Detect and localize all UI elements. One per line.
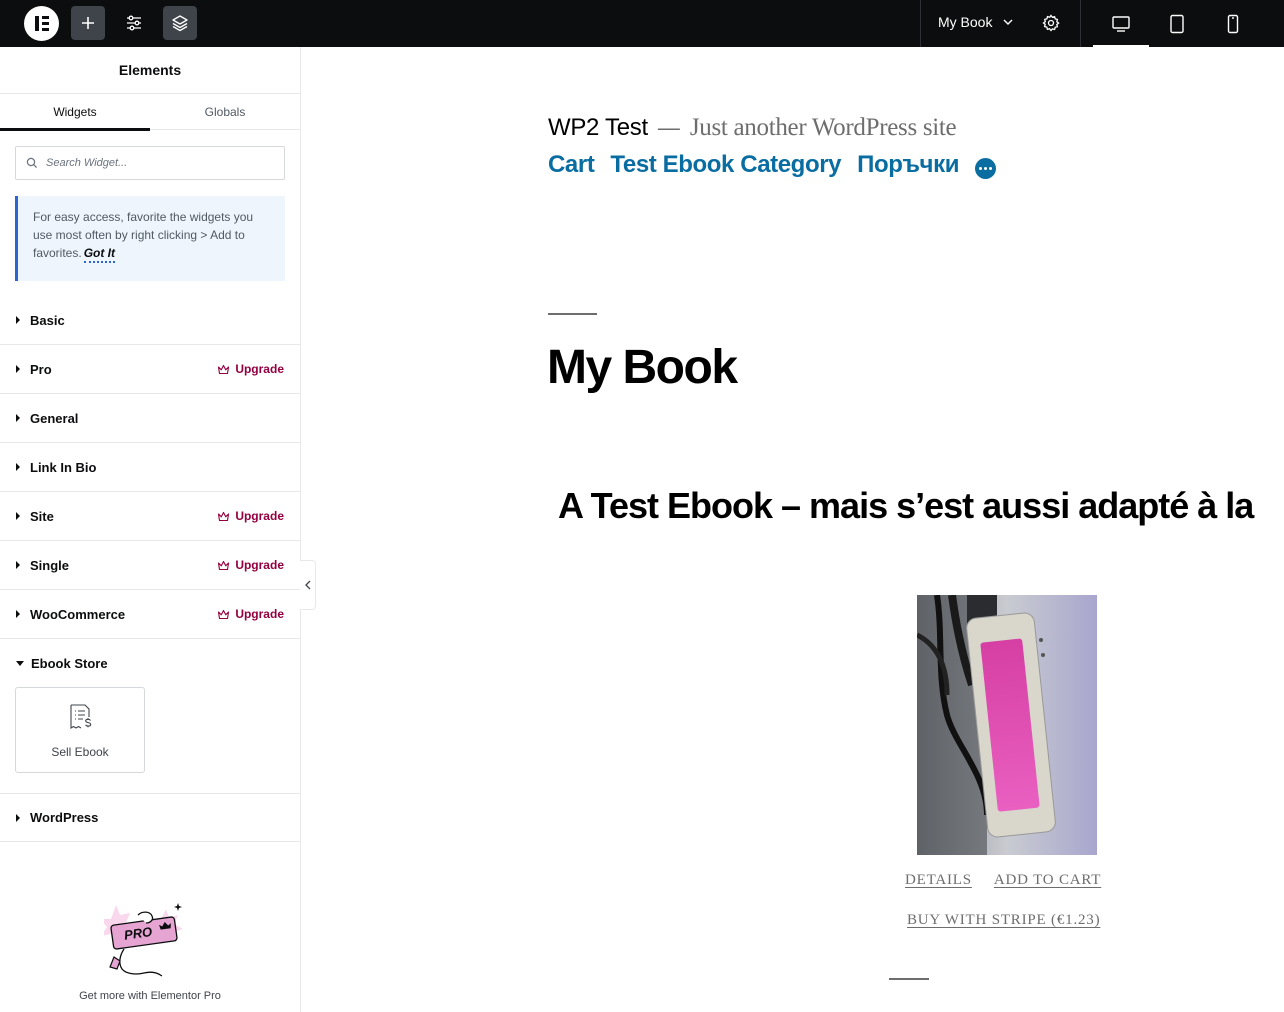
- page-title: My Book: [547, 341, 738, 394]
- caret-right-icon: [16, 365, 20, 373]
- chevron-down-icon: [1003, 19, 1013, 25]
- structure-button[interactable]: [163, 6, 197, 40]
- gear-icon: [1042, 14, 1060, 32]
- search-icon: [26, 157, 38, 169]
- caret-right-icon: [16, 813, 20, 822]
- elements-panel: Elements Widgets Globals For easy access…: [0, 47, 301, 1012]
- page-selector[interactable]: My Book: [938, 14, 1014, 30]
- category-label: Ebook Store: [31, 656, 108, 671]
- crown-icon: [218, 560, 230, 570]
- category-label: Link In Bio: [30, 459, 97, 475]
- upgrade-label: Upgrade: [235, 509, 284, 523]
- site-separator: —: [657, 115, 680, 140]
- primary-menu: Cart Test Ebook Category Поръчки: [548, 151, 997, 179]
- page-settings-button[interactable]: [1034, 6, 1068, 40]
- upgrade-label: Upgrade: [235, 362, 284, 376]
- got-it-link[interactable]: Got It: [83, 246, 116, 263]
- category-single[interactable]: Single Upgrade: [0, 541, 300, 590]
- layers-icon: [172, 15, 188, 32]
- category-label: Basic: [30, 312, 65, 328]
- site-settings-button[interactable]: [117, 6, 151, 40]
- crown-icon: [218, 364, 230, 374]
- category-woocommerce[interactable]: WooCommerce Upgrade: [0, 590, 300, 639]
- upgrade-link[interactable]: Upgrade: [217, 509, 284, 523]
- upgrade-link[interactable]: Upgrade: [217, 362, 284, 376]
- category-label: Site: [30, 508, 54, 524]
- page-name: My Book: [938, 14, 993, 30]
- invoice-dollar-icon: [70, 704, 92, 729]
- sell-ebook-widget[interactable]: Sell Ebook: [15, 687, 145, 773]
- divider: [920, 0, 921, 47]
- upgrade-link[interactable]: Upgrade: [217, 607, 284, 621]
- panel-title: Elements: [0, 47, 300, 94]
- category-site[interactable]: Site Upgrade: [0, 492, 300, 541]
- caret-down-icon: [16, 661, 24, 666]
- category-wordpress[interactable]: WordPress: [0, 793, 300, 842]
- menu-item-cart[interactable]: Cart: [548, 151, 595, 179]
- add-element-button[interactable]: [71, 6, 105, 40]
- chevron-left-icon: [304, 580, 310, 590]
- site-header: WP2 Test — Just another WordPress site: [548, 114, 957, 142]
- ebook-title: A Test Ebook – mais s’est aussi adapté à…: [558, 485, 1254, 526]
- more-menu-icon[interactable]: [975, 157, 997, 179]
- notice-text: For easy access, favorite the widgets yo…: [33, 210, 254, 260]
- tab-widgets[interactable]: Widgets: [0, 94, 150, 131]
- desktop-view-button[interactable]: [1093, 0, 1149, 47]
- search-widget-input[interactable]: [46, 157, 266, 169]
- widget-label: Sell Ebook: [51, 745, 109, 759]
- search-box: [15, 146, 285, 180]
- separator-line: [889, 978, 929, 980]
- site-name[interactable]: WP2 Test: [548, 114, 648, 142]
- upgrade-label: Upgrade: [235, 558, 284, 572]
- crown-icon: [218, 609, 230, 619]
- add-to-cart-link[interactable]: ADD TO CART: [994, 872, 1101, 888]
- ebook-actions: DETAILS ADD TO CART: [905, 872, 1101, 889]
- collapse-panel-button[interactable]: [300, 560, 316, 610]
- buy-with-stripe-link[interactable]: BUY WITH STRIPE (€1.23): [907, 912, 1100, 929]
- tablet-view-button[interactable]: [1149, 0, 1205, 47]
- sliders-icon: [127, 15, 141, 31]
- category-ebook-store[interactable]: Ebook Store: [0, 639, 300, 688]
- desktop-icon: [1112, 15, 1130, 32]
- upgrade-link[interactable]: Upgrade: [217, 558, 284, 572]
- caret-right-icon: [16, 463, 20, 471]
- separator-line: [548, 313, 597, 315]
- details-link[interactable]: DETAILS: [905, 872, 972, 888]
- mobile-icon: [1227, 14, 1239, 33]
- category-basic[interactable]: Basic: [0, 296, 300, 345]
- caret-right-icon: [16, 316, 20, 324]
- category-label: WordPress: [30, 810, 99, 825]
- plus-icon: [82, 17, 94, 29]
- ebook-cover-image[interactable]: [917, 595, 1097, 855]
- caret-right-icon: [16, 561, 20, 569]
- panel-tabs: Widgets Globals: [0, 94, 300, 131]
- category-label: Pro: [30, 361, 52, 377]
- caret-right-icon: [16, 610, 20, 618]
- category-link-in-bio[interactable]: Link In Bio: [0, 443, 300, 492]
- promo-text: Get more with Elementor Pro: [79, 990, 221, 1002]
- menu-item-orders[interactable]: Поръчки: [857, 151, 959, 179]
- category-label: WooCommerce: [30, 606, 126, 622]
- category-general[interactable]: General: [0, 394, 300, 443]
- mobile-view-button[interactable]: [1205, 0, 1261, 47]
- crown-icon: [218, 511, 230, 521]
- pro-promo-illustration: PRO: [104, 903, 183, 977]
- site-tagline: Just another WordPress site: [689, 114, 957, 141]
- favorites-notice: For easy access, favorite the widgets yo…: [15, 196, 285, 281]
- upgrade-label: Upgrade: [235, 607, 284, 621]
- tablet-icon: [1170, 14, 1184, 33]
- category-label: General: [30, 410, 79, 426]
- caret-right-icon: [16, 414, 20, 422]
- category-label: Single: [30, 557, 70, 573]
- elementor-logo-icon[interactable]: [24, 6, 59, 41]
- top-bar: My Book: [0, 0, 1284, 47]
- category-pro[interactable]: Pro Upgrade: [0, 345, 300, 394]
- divider: [1080, 0, 1081, 47]
- caret-right-icon: [16, 512, 20, 520]
- menu-item-test-ebook-category[interactable]: Test Ebook Category: [610, 151, 841, 179]
- tab-globals[interactable]: Globals: [150, 94, 300, 130]
